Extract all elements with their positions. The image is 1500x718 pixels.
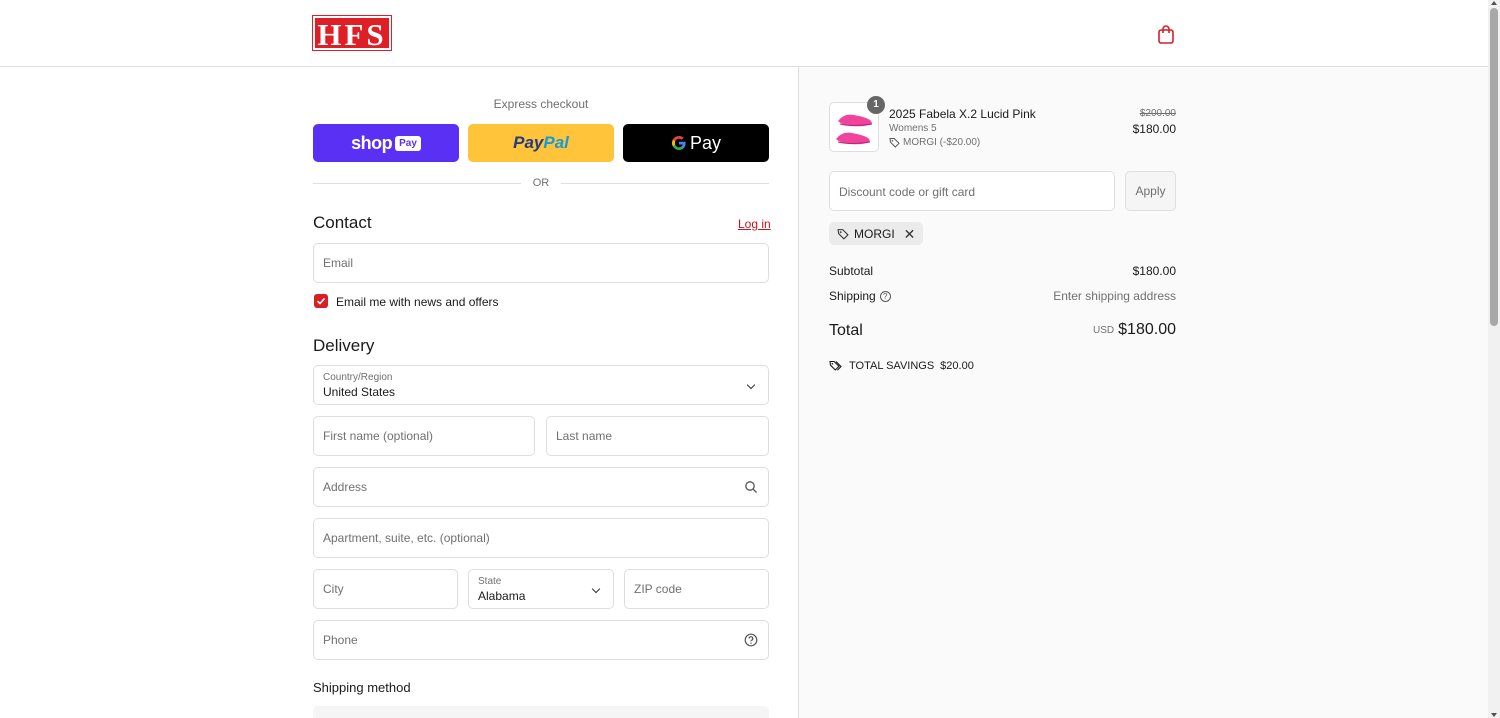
total-label: Total (829, 322, 863, 339)
shipping-label: Shipping (829, 289, 876, 303)
applied-discount-chip: MORGI ✕ (829, 222, 924, 245)
subtotal-label: Subtotal (829, 264, 874, 278)
total-currency: USD (1093, 325, 1115, 336)
tag-icon (837, 228, 849, 240)
scroll-down-arrow-icon[interactable] (1491, 713, 1497, 717)
product-price: $180.00 (1132, 122, 1176, 136)
remove-discount-icon[interactable]: ✕ (904, 227, 916, 241)
shopping-bag-icon[interactable] (1157, 24, 1175, 44)
total-savings: TOTAL SAVINGS $20.00 (829, 360, 974, 372)
city-field[interactable]: City (313, 569, 458, 609)
paypal-word-1: Pay (513, 133, 544, 152)
help-icon[interactable]: ? (879, 291, 891, 303)
email-placeholder: Email (323, 256, 354, 270)
google-g-icon (671, 136, 686, 150)
city-placeholder: City (323, 582, 344, 596)
delivery-title: Delivery (313, 336, 375, 355)
product-name: 2025 Fabela X.2 Lucid Pink (889, 107, 1036, 121)
express-checkout-title: Express checkout (493, 97, 589, 111)
apartment-placeholder: Apartment, suite, etc. (optional) (323, 531, 490, 545)
search-icon (745, 481, 757, 493)
discount-placeholder: Discount code or gift card (839, 185, 976, 199)
shipping-value: Enter shipping address (1053, 289, 1176, 303)
checkout-page: HFS Express checkout shop Pay Pay Pal Pay… (0, 0, 1500, 718)
product-variant: Womens 5 (889, 123, 937, 134)
first-name-placeholder: First name (optional) (323, 429, 434, 443)
first-name-field[interactable]: First name (optional) (313, 416, 535, 456)
total-amount: USD $180.00 (1093, 321, 1176, 339)
email-field[interactable]: Email (313, 243, 769, 283)
subtotal-value: $180.00 (1132, 264, 1176, 278)
savings-value: $20.00 (940, 360, 974, 372)
address-field[interactable]: Address (313, 467, 769, 507)
chevron-down-icon (591, 584, 601, 594)
login-link[interactable]: Log in (738, 217, 771, 231)
tag-icon (889, 138, 900, 148)
zip-field[interactable]: ZIP code (624, 569, 769, 609)
product-discount: MORGI (-$20.00) (889, 137, 980, 148)
shop-pay-badge: Pay (395, 135, 421, 151)
quantity-badge: 1 (867, 96, 885, 114)
last-name-placeholder: Last name (556, 429, 613, 443)
help-icon[interactable] (744, 633, 758, 647)
phone-field[interactable]: Phone (313, 620, 769, 660)
apartment-field[interactable]: Apartment, suite, etc. (optional) (313, 518, 769, 558)
country-select[interactable]: Country/Region United States (313, 365, 769, 405)
chevron-down-icon (746, 380, 756, 390)
state-label: State (478, 576, 502, 587)
shipping-method-title: Shipping method (313, 680, 411, 695)
scrollbar[interactable] (1488, 0, 1500, 718)
store-logo[interactable]: HFS (312, 15, 392, 52)
state-value: Alabama (478, 589, 526, 603)
product-discount-text: MORGI (-$20.00) (903, 137, 981, 148)
shop-pay-button[interactable]: shop Pay (313, 124, 459, 162)
product-original-price: $200.00 (1139, 108, 1176, 119)
paypal-button[interactable]: Pay Pal (468, 124, 614, 162)
zip-placeholder: ZIP code (634, 582, 682, 596)
contact-title: Contact (313, 213, 372, 232)
google-pay-button[interactable]: Pay (623, 124, 769, 162)
divider-left (313, 183, 521, 184)
header: HFS (0, 0, 1488, 67)
country-label: Country/Region (323, 372, 393, 383)
applied-code: MORGI (854, 226, 895, 241)
tags-icon (829, 360, 842, 371)
divider-right (561, 183, 769, 184)
check-icon (316, 297, 326, 305)
shop-pay-word: shop (351, 132, 393, 153)
last-name-field[interactable]: Last name (546, 416, 769, 456)
country-value: United States (323, 385, 396, 399)
gpay-word: Pay (689, 132, 722, 153)
order-summary-panel (798, 67, 1488, 718)
newsletter-label: Email me with news and offers (336, 295, 499, 309)
shipping-row: Shipping? (829, 289, 891, 303)
address-placeholder: Address (323, 480, 368, 494)
or-separator: OR (532, 177, 550, 189)
scrollbar-thumb[interactable] (1490, 8, 1498, 326)
state-select[interactable]: State Alabama (468, 569, 614, 609)
scroll-up-arrow-icon[interactable] (1491, 1, 1497, 5)
shipping-method-box (313, 706, 769, 718)
newsletter-checkbox[interactable] (314, 294, 328, 308)
savings-label: TOTAL SAVINGS (849, 360, 935, 372)
total-value: $180.00 (1118, 321, 1176, 338)
apply-button[interactable]: Apply (1125, 171, 1176, 211)
paypal-word-2: Pal (543, 133, 569, 152)
phone-placeholder: Phone (323, 633, 358, 647)
discount-code-input[interactable]: Discount code or gift card (829, 171, 1115, 211)
